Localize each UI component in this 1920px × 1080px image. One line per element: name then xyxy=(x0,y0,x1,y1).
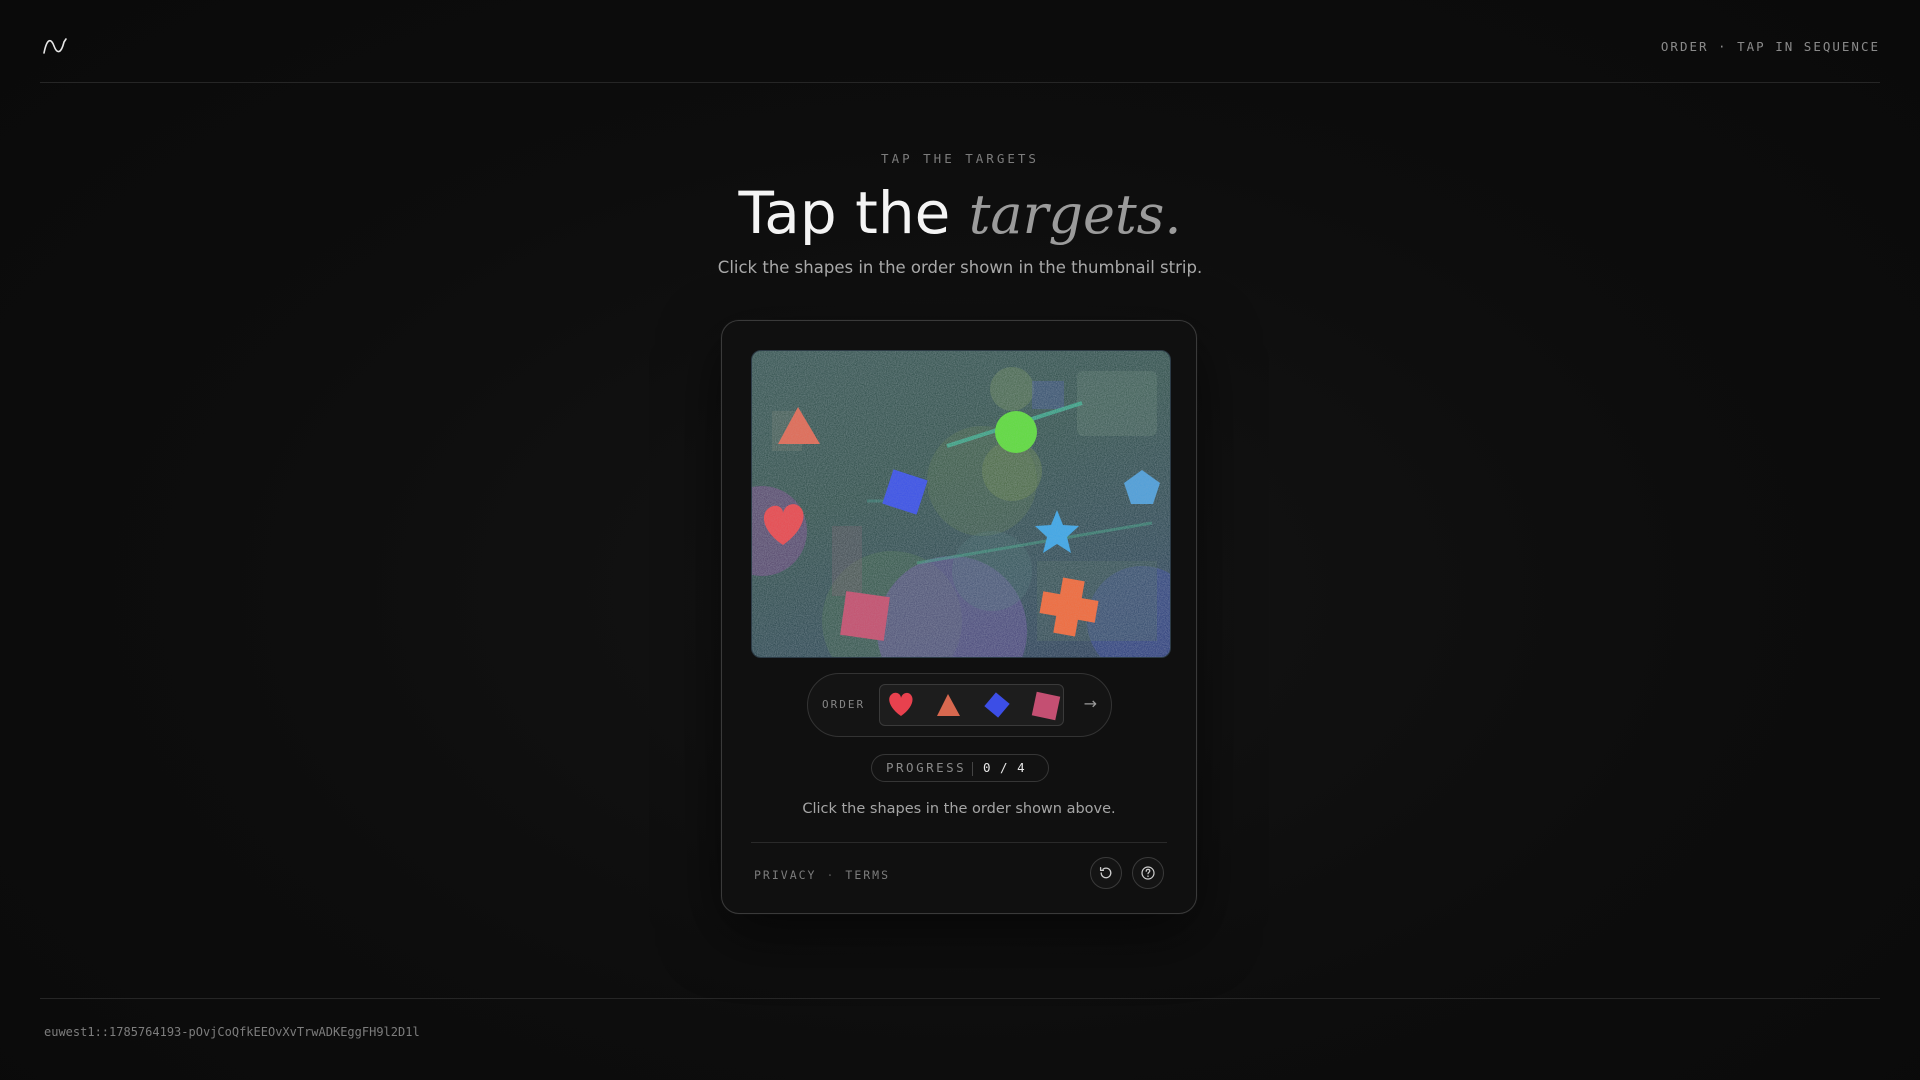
reload-button[interactable] xyxy=(1090,857,1122,889)
order-thumbnail-strip xyxy=(879,684,1064,726)
footer-divider xyxy=(40,998,1880,999)
page-subtitle: Click the shapes in the order shown in t… xyxy=(717,258,1203,277)
progress-label: PROGRESS xyxy=(886,760,967,775)
order-triangle-icon xyxy=(937,694,960,716)
reload-icon xyxy=(1099,866,1112,879)
progress-indicator: PROGRESS 0 / 4 xyxy=(871,754,1049,782)
help-icon xyxy=(1141,866,1155,880)
canvas-background xyxy=(752,351,1170,657)
privacy-link[interactable]: PRIVACY xyxy=(754,868,816,882)
title-main: Tap the xyxy=(738,179,969,247)
title-accent: targets. xyxy=(968,183,1182,246)
progress-value: 0 / 4 xyxy=(983,760,1026,775)
order-bar: ORDER → xyxy=(807,673,1112,737)
progress-divider xyxy=(972,762,973,776)
next-arrow-icon[interactable]: → xyxy=(1084,694,1097,713)
wave-logo-icon[interactable] xyxy=(42,36,68,56)
square-shape-pink[interactable] xyxy=(840,591,890,641)
hero: TAP THE TARGETS Tap the targets. Click t… xyxy=(0,151,1920,277)
top-bar: ORDER · TAP IN SEQUENCE xyxy=(40,0,1880,83)
terms-link[interactable]: TERMS xyxy=(845,868,890,882)
help-button[interactable] xyxy=(1132,857,1164,889)
session-id: euwest1::1785764193-pOvjCoQfkEEOvXvTrwAD… xyxy=(44,1025,420,1039)
order-diamond-icon xyxy=(984,692,1010,718)
header-mode-label: ORDER · TAP IN SEQUENCE xyxy=(1660,39,1880,54)
card-divider xyxy=(751,842,1167,843)
link-separator: · xyxy=(826,868,836,882)
circle-shape[interactable] xyxy=(995,411,1037,453)
instruction-hint: Click the shapes in the order shown abov… xyxy=(802,801,1116,817)
order-heart-icon xyxy=(889,692,913,716)
order-square-icon xyxy=(1031,691,1061,721)
shape-canvas[interactable] xyxy=(751,350,1171,658)
page-title: Tap the targets. xyxy=(0,178,1920,250)
eyebrow: TAP THE TARGETS xyxy=(881,151,1039,166)
captcha-card: ORDER → PROGRESS 0 / 4 Click the shapes … xyxy=(721,320,1197,914)
card-links: PRIVACY · TERMS xyxy=(754,868,890,882)
order-label: ORDER xyxy=(822,698,866,711)
